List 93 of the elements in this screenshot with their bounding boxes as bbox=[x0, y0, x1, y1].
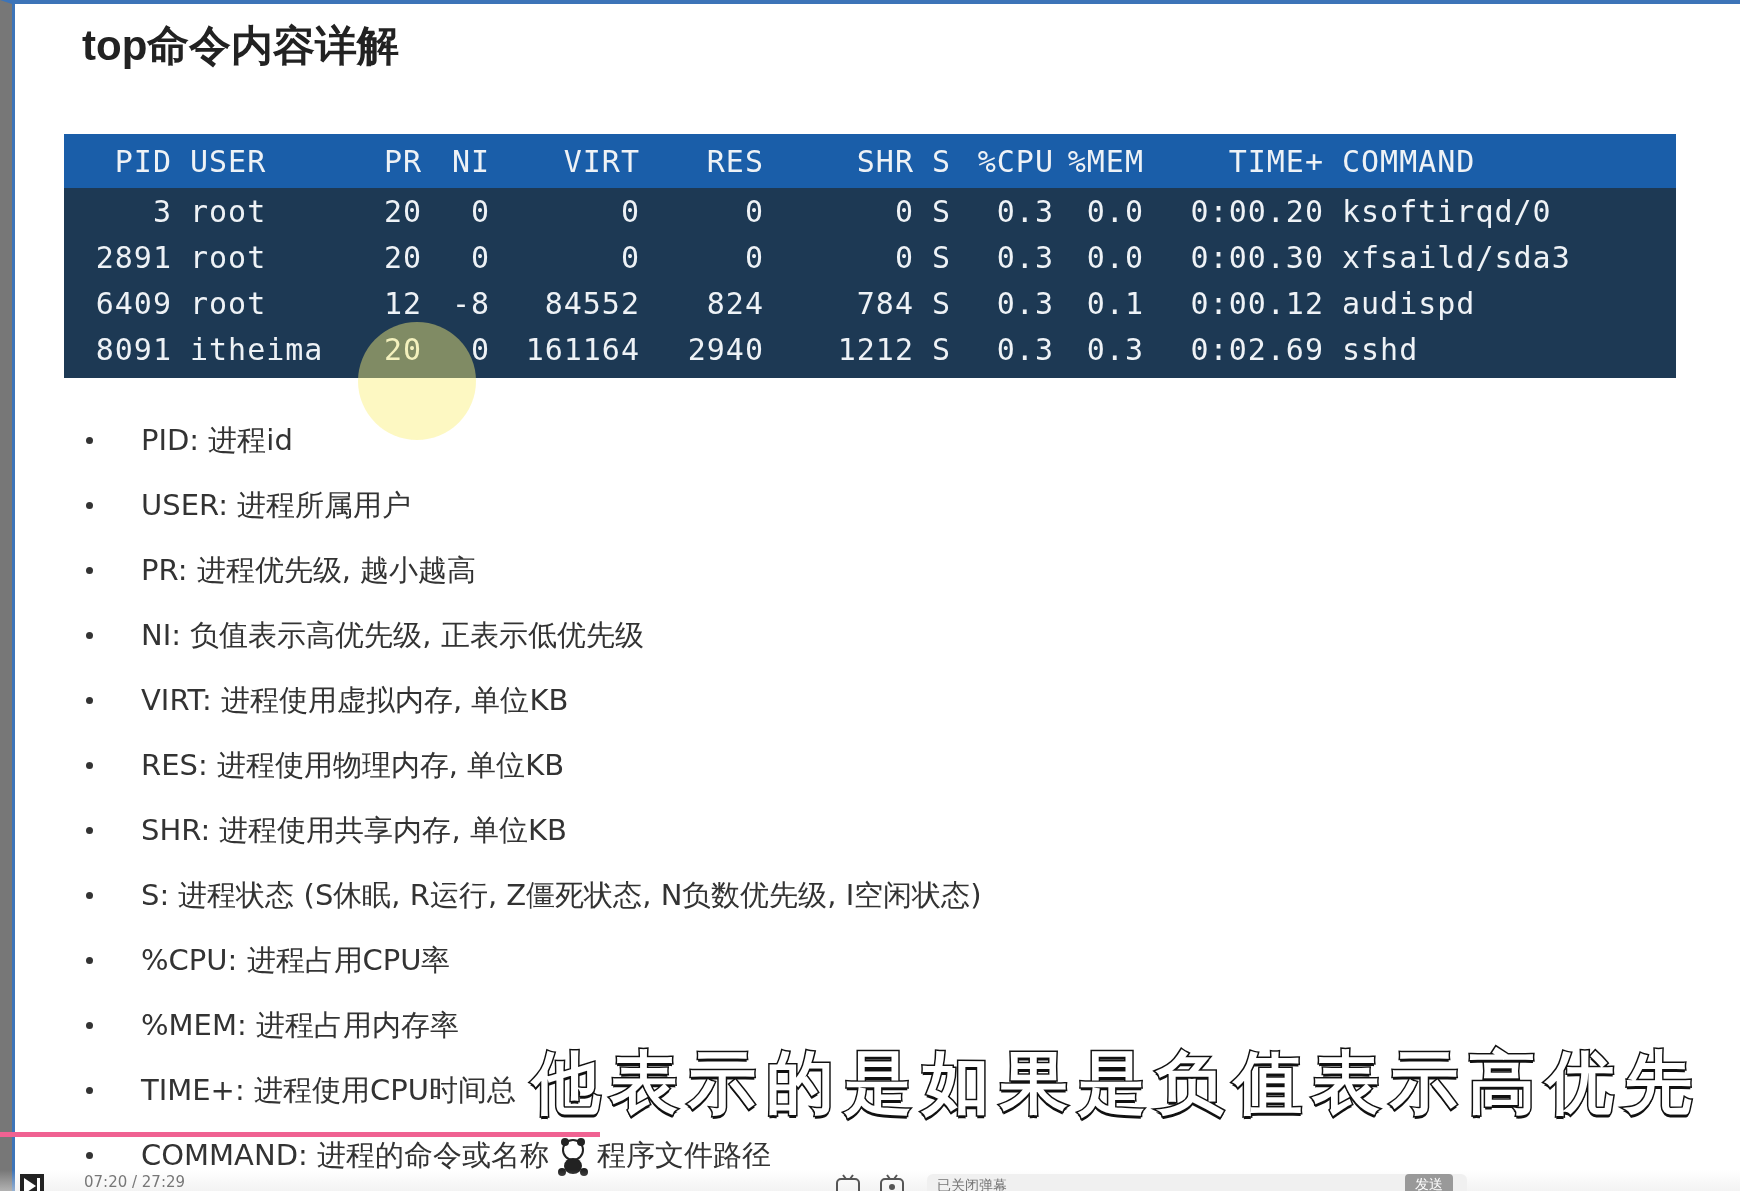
danmaku-settings-icon[interactable] bbox=[879, 1174, 906, 1191]
table-cell-text: 0.3 bbox=[995, 193, 1054, 229]
bullet-icon bbox=[86, 632, 93, 639]
table-cell-text: itheima bbox=[189, 331, 322, 367]
bullet-icon bbox=[86, 697, 93, 704]
bullet-icon bbox=[86, 502, 93, 509]
table-cell-text: 3 bbox=[151, 193, 172, 229]
table-cell-text: 0:02.69 bbox=[1189, 331, 1324, 367]
bullet-icon bbox=[86, 957, 93, 964]
slide-title: top命令内容详解 bbox=[82, 21, 401, 71]
table-cell-text: 6409 bbox=[94, 285, 172, 321]
subtitle-text: 他表示的是如果是负值表示高优先 bbox=[526, 1034, 1710, 1135]
table-cell-text: 0 bbox=[469, 331, 490, 367]
column-header: RES bbox=[705, 143, 764, 179]
column-header: TIME+ bbox=[1227, 143, 1324, 179]
table-cell-text: 0 bbox=[469, 239, 490, 275]
table-cell-text: 0 bbox=[893, 193, 914, 229]
table-cell-text: 84552 bbox=[543, 285, 640, 321]
table-cell-text: 0 bbox=[743, 193, 764, 229]
table-cell-text: 0 bbox=[619, 193, 640, 229]
table-cell-text: xfsaild/sda3 bbox=[1341, 239, 1572, 275]
table-cell-text: 2940 bbox=[686, 331, 764, 367]
table-cell-text: 8091 bbox=[94, 331, 172, 367]
bullet-icon bbox=[86, 437, 93, 444]
play-icon[interactable] bbox=[20, 1174, 44, 1191]
table-cell-text: root bbox=[189, 193, 268, 229]
bullet-text: %CPU: 进程占用CPU率 bbox=[141, 946, 451, 975]
table-cell-text: sshd bbox=[1341, 331, 1420, 367]
bullet-text: COMMAND: 进程的命令或名称 bbox=[141, 1141, 549, 1170]
column-header: PID bbox=[113, 143, 172, 179]
table-cell-text: 0.0 bbox=[1085, 193, 1144, 229]
table-cell-text: S bbox=[931, 193, 953, 229]
bullet-text: VIRT: 进程使用虚拟内存, 单位KB bbox=[141, 686, 569, 715]
column-header: PR bbox=[382, 143, 422, 179]
table-cell-text: S bbox=[931, 239, 953, 275]
column-header: COMMAND bbox=[1341, 143, 1477, 179]
table-cell-text: 0:00.20 bbox=[1189, 193, 1324, 229]
table-cell-text: 1212 bbox=[836, 331, 914, 367]
table-cell-text: 0 bbox=[743, 239, 764, 275]
table-cell-text: 20 bbox=[382, 193, 422, 229]
bullet-text: 程序文件路径 bbox=[596, 1141, 771, 1170]
table-cell-text: 0.3 bbox=[995, 285, 1054, 321]
bullet-icon bbox=[86, 1022, 93, 1029]
bullet-icon bbox=[86, 892, 93, 899]
danmaku-input[interactable]: 已关闭弹幕 发送 bbox=[927, 1174, 1468, 1191]
bullet-text: %MEM: 进程占用内存率 bbox=[141, 1011, 459, 1040]
time-display: 07:20 / 27:29 bbox=[84, 1174, 186, 1191]
column-header: USER bbox=[189, 143, 268, 179]
table-cell-text: 0:00.12 bbox=[1189, 285, 1324, 321]
table-cell-text: 0:00.30 bbox=[1189, 239, 1324, 275]
bullet-text: RES: 进程使用物理内存, 单位KB bbox=[141, 751, 565, 780]
table-cell-text: 0 bbox=[619, 239, 640, 275]
bullet-icon bbox=[86, 1087, 93, 1094]
table-cell-text: ksoftirqd/0 bbox=[1341, 193, 1553, 229]
table-cell-text: 0 bbox=[893, 239, 914, 275]
table-cell-text: 0.3 bbox=[995, 239, 1054, 275]
table-cell-text: 0.1 bbox=[1085, 285, 1144, 321]
bullet-icon bbox=[86, 762, 93, 769]
send-button[interactable]: 发送 bbox=[1405, 1174, 1454, 1191]
bullet-text: TIME+: 进程使用CPU时间总 bbox=[141, 1076, 516, 1105]
table-cell-text: 784 bbox=[855, 285, 914, 321]
bullet-text: NI: 负值表示高优先级, 正表示低优先级 bbox=[141, 621, 644, 650]
table-cell-text: audispd bbox=[1341, 285, 1477, 321]
bullet-text: PID: 进程id bbox=[141, 426, 293, 455]
table-cell-text: root bbox=[189, 239, 268, 275]
table-cell-text: 0.3 bbox=[995, 331, 1054, 367]
table-cell-text: -8 bbox=[450, 285, 490, 321]
bullet-icon bbox=[86, 827, 93, 834]
table-cell-text: 824 bbox=[705, 285, 764, 321]
column-header: SHR bbox=[855, 143, 914, 179]
column-header: NI bbox=[450, 143, 490, 179]
table-cell-text: 0.3 bbox=[1085, 331, 1144, 367]
table-cell-text: root bbox=[189, 285, 268, 321]
table-cell-text: 0 bbox=[469, 193, 490, 229]
column-header: %MEM bbox=[1066, 143, 1144, 179]
bullet-icon bbox=[86, 1152, 93, 1159]
table-cell-text: S bbox=[931, 285, 953, 321]
column-header: VIRT bbox=[562, 143, 640, 179]
table-cell-text: 2891 bbox=[94, 239, 172, 275]
table-cell-text: 12 bbox=[382, 285, 422, 321]
table-cell-text: S bbox=[931, 331, 953, 367]
column-header: S bbox=[931, 143, 953, 179]
bullet-icon bbox=[86, 567, 93, 574]
column-header: %CPU bbox=[976, 143, 1054, 179]
danmaku-icon[interactable] bbox=[835, 1174, 862, 1191]
table-cell-text: 161164 bbox=[524, 331, 640, 367]
bullet-text: PR: 进程优先级, 越小越高 bbox=[141, 556, 477, 585]
table-cell-text: 20 bbox=[382, 239, 422, 275]
table-cell-text: 0.0 bbox=[1085, 239, 1144, 275]
bullet-text: SHR: 进程使用共享内存, 单位KB bbox=[141, 816, 567, 845]
table-cell-text: 20 bbox=[382, 331, 422, 367]
bullet-text: USER: 进程所属用户 bbox=[141, 491, 412, 520]
bullet-text: S: 进程状态 (S休眠, R运行, Z僵死状态, N负数优先级, I空闲状态) bbox=[141, 881, 982, 910]
